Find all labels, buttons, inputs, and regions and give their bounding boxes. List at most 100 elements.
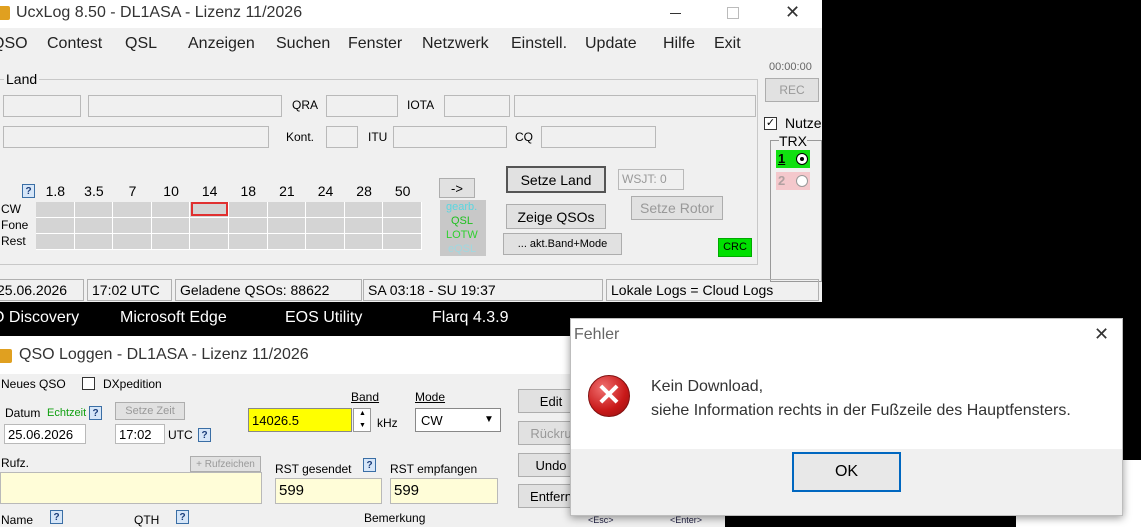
error-dialog-title-bar[interactable]: Fehler ✕ <box>571 319 1122 351</box>
land-prefix-field[interactable] <box>3 95 81 117</box>
band-cell[interactable] <box>383 218 422 234</box>
band-cell[interactable] <box>74 234 114 250</box>
iota-name-field[interactable] <box>514 95 756 117</box>
minimize-icon[interactable] <box>670 13 681 14</box>
mode-label-fone: Fone <box>1 218 29 232</box>
main-title-bar[interactable]: UcxLog 8.50 - DL1ASA - Lizenz 11/2026 ✕ <box>0 0 822 28</box>
band-header-50: 50 <box>394 183 411 199</box>
menu-qso[interactable]: QSO <box>0 35 28 53</box>
band-cell[interactable] <box>267 218 307 234</box>
band-cell[interactable] <box>229 234 268 250</box>
menu-einstell[interactable]: Einstell. <box>511 35 567 53</box>
band-cell-selected[interactable] <box>191 202 228 216</box>
time-input[interactable]: 17:02 <box>115 424 165 444</box>
arrow-button[interactable]: -> <box>439 178 475 198</box>
main-menu-bar: QSO Contest QSL Anzeigen Suchen Fenster … <box>0 35 822 55</box>
trx1-row[interactable]: 1 <box>776 150 810 168</box>
ok-button[interactable]: OK <box>792 452 901 492</box>
setze-zeit-button[interactable]: Setze Zeit <box>115 402 185 420</box>
close-icon[interactable]: ✕ <box>785 2 800 23</box>
setze-land-button[interactable]: Setze Land <box>506 166 606 193</box>
spin-down-icon[interactable]: ▼ <box>359 422 366 429</box>
band-cell[interactable] <box>190 234 229 250</box>
dxpedition-checkbox[interactable] <box>82 377 95 390</box>
band-cell[interactable] <box>344 218 384 234</box>
rst-sent-input[interactable]: 599 <box>275 478 382 504</box>
band-cell[interactable] <box>151 202 191 218</box>
land-name-field[interactable] <box>88 95 282 117</box>
setze-rotor-button[interactable]: Setze Rotor <box>631 196 723 220</box>
band-cell[interactable] <box>113 218 152 234</box>
menu-exit[interactable]: Exit <box>714 35 741 53</box>
maximize-icon[interactable] <box>727 7 739 19</box>
qth-help-icon[interactable]: ? <box>176 510 189 524</box>
band-cell[interactable] <box>306 202 345 218</box>
band-cell[interactable] <box>151 218 191 234</box>
band-cell[interactable] <box>190 218 229 234</box>
rst-recv-input[interactable]: 599 <box>390 478 498 504</box>
band-cell[interactable] <box>74 202 114 218</box>
trx1-radio-icon[interactable] <box>796 153 808 165</box>
band-cell[interactable] <box>306 218 345 234</box>
menu-qsl[interactable]: QSL <box>125 35 157 53</box>
mode-select[interactable]: CW ▼ <box>415 408 501 432</box>
name-help-icon[interactable]: ? <box>50 510 63 524</box>
utc-help-icon[interactable]: ? <box>198 428 211 442</box>
enter-hint: <Enter> <box>670 515 703 525</box>
rec-button[interactable]: REC <box>765 78 819 102</box>
band-cell[interactable] <box>229 202 268 218</box>
band-cell[interactable] <box>344 202 384 218</box>
band-cell[interactable] <box>229 218 268 234</box>
taskbar-item-flarq[interactable]: Flarq 4.3.9 <box>432 309 508 327</box>
akt-band-mode-button[interactable]: ... akt.Band+Mode <box>503 233 622 255</box>
rst-help-icon[interactable]: ? <box>363 458 376 472</box>
trx2-row[interactable]: 2 <box>776 172 810 190</box>
band-cell[interactable] <box>113 234 152 250</box>
status-cloud: Lokale Logs = Cloud Logs <box>606 279 819 301</box>
kont-field[interactable] <box>326 126 358 148</box>
band-cell[interactable] <box>36 202 75 218</box>
band-cell[interactable] <box>267 234 307 250</box>
date-input[interactable]: 25.06.2026 <box>4 424 86 444</box>
land-extra-field[interactable] <box>3 126 269 148</box>
taskbar-item-edge[interactable]: Microsoft Edge <box>120 309 227 327</box>
trx2-radio-icon[interactable] <box>796 175 808 187</box>
cq-field[interactable] <box>541 126 656 148</box>
band-cell[interactable] <box>306 234 345 250</box>
menu-fenster[interactable]: Fenster <box>348 35 402 53</box>
taskbar-item-eos[interactable]: EOS Utility <box>285 309 362 327</box>
iota-field[interactable] <box>444 95 510 117</box>
qso-window-title: QSO Loggen - DL1ASA - Lizenz 11/2026 <box>19 346 309 363</box>
dialog-close-icon[interactable]: ✕ <box>1094 324 1109 345</box>
callsign-input[interactable] <box>0 472 262 504</box>
echtzeit-help-icon[interactable]: ? <box>89 406 102 420</box>
menu-hilfe[interactable]: Hilfe <box>663 35 695 53</box>
menu-contest[interactable]: Contest <box>47 35 102 53</box>
band-cell[interactable] <box>344 234 384 250</box>
chevron-down-icon[interactable]: ▼ <box>484 414 494 425</box>
frequency-input[interactable]: 14026.5 <box>248 408 352 432</box>
band-cell[interactable] <box>36 234 75 250</box>
frequency-spinner[interactable]: ▲ ▼ <box>353 408 371 432</box>
qra-field[interactable] <box>326 95 398 117</box>
band-cell[interactable] <box>383 202 422 218</box>
status-sun: SA 03:18 - SU 19:37 <box>363 279 603 301</box>
band-cell[interactable] <box>383 234 422 250</box>
help-icon[interactable]: ? <box>22 184 35 198</box>
zeige-qsos-button[interactable]: Zeige QSOs <box>506 204 606 229</box>
rufzeichen-button[interactable]: + Rufzeichen <box>190 456 261 472</box>
nutze-checkbox[interactable]: ✓ <box>764 117 777 130</box>
spin-up-icon[interactable]: ▲ <box>359 410 366 417</box>
menu-netzwerk[interactable]: Netzwerk <box>422 35 489 53</box>
band-cell[interactable] <box>74 218 114 234</box>
band-cell[interactable] <box>267 202 307 218</box>
menu-suchen[interactable]: Suchen <box>276 35 330 53</box>
band-cell[interactable] <box>36 218 75 234</box>
band-cell[interactable] <box>113 202 152 218</box>
menu-update[interactable]: Update <box>585 35 637 53</box>
band-cell[interactable] <box>151 234 191 250</box>
taskbar-item-discovery[interactable]: O Discovery <box>0 309 79 327</box>
menu-anzeigen[interactable]: Anzeigen <box>188 35 255 53</box>
legend-lotw: LOTW <box>446 229 478 241</box>
itu-field[interactable] <box>393 126 507 148</box>
